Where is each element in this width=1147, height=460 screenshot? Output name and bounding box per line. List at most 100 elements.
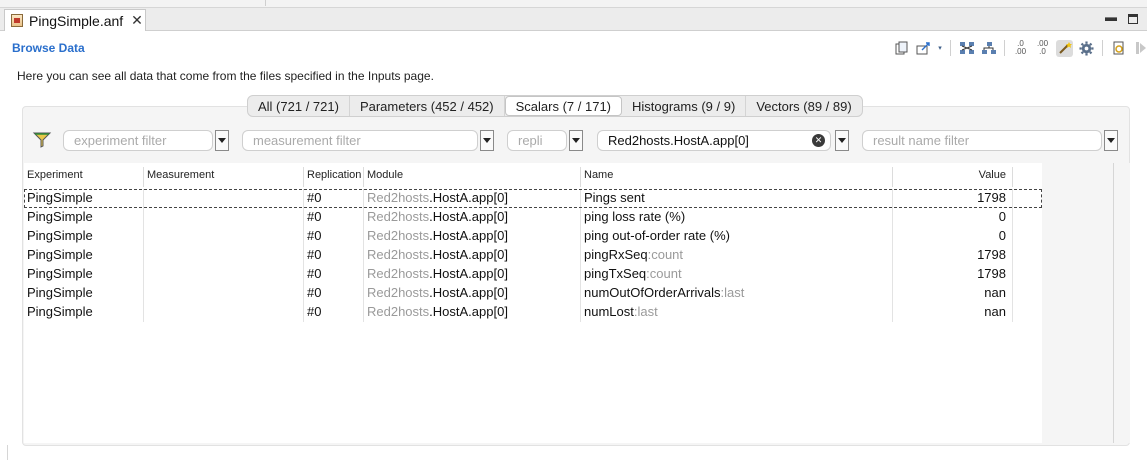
column-header-experiment[interactable]: Experiment	[24, 167, 144, 187]
cell-name: ping loss rate (%)	[581, 208, 893, 227]
module-prefix: Red2hosts	[367, 209, 430, 224]
name-suffix: :count	[647, 247, 684, 262]
cell-experiment: PingSimple	[24, 208, 144, 227]
cell-measurement	[144, 284, 304, 303]
tab-parameters[interactable]: Parameters (452 / 452)	[350, 96, 505, 116]
experiment-filter-placeholder: experiment filter	[74, 133, 167, 148]
cell-replication: #0	[304, 227, 364, 246]
play-icon[interactable]	[1132, 40, 1147, 57]
decimal-increase-bottom: .00	[1014, 47, 1027, 56]
column-header-module[interactable]: Module	[364, 167, 581, 187]
result-name-filter-input[interactable]: result name filter	[862, 130, 1102, 151]
cell-filler	[1013, 246, 1042, 265]
column-header-replication[interactable]: Replication	[304, 167, 364, 187]
cell-experiment: PingSimple	[24, 303, 144, 322]
cell-filler	[1013, 227, 1042, 246]
table-row[interactable]: PingSimple #0 Red2hosts.HostA.app[0] pin…	[24, 208, 1042, 227]
module-prefix: Red2hosts	[367, 285, 430, 300]
module-rest: .HostA.app[0]	[429, 190, 508, 205]
measurement-filter-dropdown[interactable]	[480, 130, 494, 151]
cell-replication: #0	[304, 265, 364, 284]
cell-name: pingTxSeq:count	[581, 265, 893, 284]
table-right-margin	[1042, 163, 1130, 443]
cell-replication: #0	[304, 284, 364, 303]
hierarchy-icon[interactable]	[980, 40, 997, 57]
table-row[interactable]: PingSimple #0 Red2hosts.HostA.app[0] Pin…	[24, 189, 1042, 208]
cell-module: Red2hosts.HostA.app[0]	[364, 265, 581, 284]
cell-filler	[1013, 265, 1042, 284]
minimize-icon[interactable]: ▬	[1105, 10, 1117, 24]
module-prefix: Red2hosts	[367, 228, 430, 243]
cell-value: 1798	[893, 246, 1013, 265]
gear-icon[interactable]	[1078, 40, 1095, 57]
cell-replication: #0	[304, 189, 364, 208]
cell-measurement	[144, 227, 304, 246]
module-prefix: Red2hosts	[367, 266, 430, 281]
cell-replication: #0	[304, 246, 364, 265]
name-main: ping out-of-order rate (%)	[584, 228, 730, 243]
cell-filler	[1013, 284, 1042, 303]
chevron-down-icon[interactable]: ▾	[937, 40, 943, 57]
module-rest: .HostA.app[0]	[429, 285, 508, 300]
measurement-filter-input[interactable]: measurement filter	[242, 130, 478, 151]
refresh-icon[interactable]	[1110, 40, 1127, 57]
module-filter-dropdown[interactable]	[835, 130, 849, 151]
replication-filter-dropdown[interactable]	[569, 130, 583, 151]
measurement-filter-placeholder: measurement filter	[253, 133, 361, 148]
editor-left-edge	[7, 445, 8, 460]
cell-measurement	[144, 303, 304, 322]
replication-filter-input[interactable]: repli	[507, 130, 567, 151]
filter-icon[interactable]	[32, 131, 52, 149]
cell-name: pingRxSeq:count	[581, 246, 893, 265]
cell-experiment: PingSimple	[24, 284, 144, 303]
cell-experiment: PingSimple	[24, 189, 144, 208]
toolbar-separator	[1102, 40, 1103, 56]
clear-icon[interactable]: ✕	[812, 134, 825, 147]
column-header-value[interactable]: Value	[893, 167, 1013, 187]
table-row[interactable]: PingSimple #0 Red2hosts.HostA.app[0] num…	[24, 284, 1042, 303]
editor-tab-bar: PingSimple.anf ✕ ▬	[0, 8, 1147, 31]
tab-scalars[interactable]: Scalars (7 / 171)	[504, 96, 622, 116]
result-name-filter-dropdown[interactable]	[1104, 130, 1118, 151]
decimal-increase-icon[interactable]: .0.00	[1012, 40, 1029, 57]
table-row[interactable]: PingSimple #0 Red2hosts.HostA.app[0] pin…	[24, 265, 1042, 284]
cell-filler	[1013, 189, 1042, 208]
wand-icon[interactable]	[1056, 39, 1073, 57]
editor-tab-pingsimple[interactable]: PingSimple.anf ✕	[4, 9, 146, 31]
cell-measurement	[144, 189, 304, 208]
column-header-measurement[interactable]: Measurement	[144, 167, 304, 187]
tree-view-icon[interactable]	[958, 40, 975, 57]
tab-vectors[interactable]: Vectors (89 / 89)	[746, 96, 861, 116]
tab-histograms[interactable]: Histograms (9 / 9)	[622, 96, 747, 116]
cell-value: 1798	[893, 189, 1013, 208]
analysis-file-icon	[11, 14, 23, 27]
copy-icon[interactable]	[893, 40, 910, 57]
result-name-filter-placeholder: result name filter	[873, 133, 970, 148]
table-row[interactable]: PingSimple #0 Red2hosts.HostA.app[0] pin…	[24, 227, 1042, 246]
table-row[interactable]: PingSimple #0 Red2hosts.HostA.app[0] pin…	[24, 246, 1042, 265]
tab-all[interactable]: All (721 / 721)	[248, 96, 350, 116]
cell-name: numLost:last	[581, 303, 893, 322]
name-suffix: :last	[720, 285, 745, 300]
decimal-decrease-icon[interactable]: .00.0	[1034, 40, 1051, 57]
module-rest: .HostA.app[0]	[429, 228, 508, 243]
cell-name: ping out-of-order rate (%)	[581, 227, 893, 246]
cell-module: Red2hosts.HostA.app[0]	[364, 284, 581, 303]
column-header-name[interactable]: Name	[581, 167, 893, 187]
module-filter-input[interactable]: Red2hosts.HostA.app[0]	[597, 130, 831, 151]
toolbar-separator	[950, 40, 951, 56]
export-icon[interactable]	[915, 40, 932, 57]
toolbar: ▾ .0.00 .00.0	[893, 38, 1147, 58]
cell-experiment: PingSimple	[24, 227, 144, 246]
close-icon[interactable]: ✕	[131, 12, 143, 29]
module-rest: .HostA.app[0]	[429, 266, 508, 281]
experiment-filter-dropdown[interactable]	[215, 130, 229, 151]
table-row[interactable]: PingSimple #0 Red2hosts.HostA.app[0] num…	[24, 303, 1042, 322]
data-type-tabs: All (721 / 721) Parameters (452 / 452) S…	[247, 95, 863, 117]
module-filter-value: Red2hosts.HostA.app[0]	[608, 133, 749, 148]
decimal-decrease-bottom: .0	[1039, 47, 1046, 56]
cell-value: 0	[893, 208, 1013, 227]
vertical-scrollbar[interactable]	[1113, 163, 1114, 443]
experiment-filter-input[interactable]: experiment filter	[63, 130, 213, 151]
maximize-icon[interactable]	[1128, 14, 1138, 24]
